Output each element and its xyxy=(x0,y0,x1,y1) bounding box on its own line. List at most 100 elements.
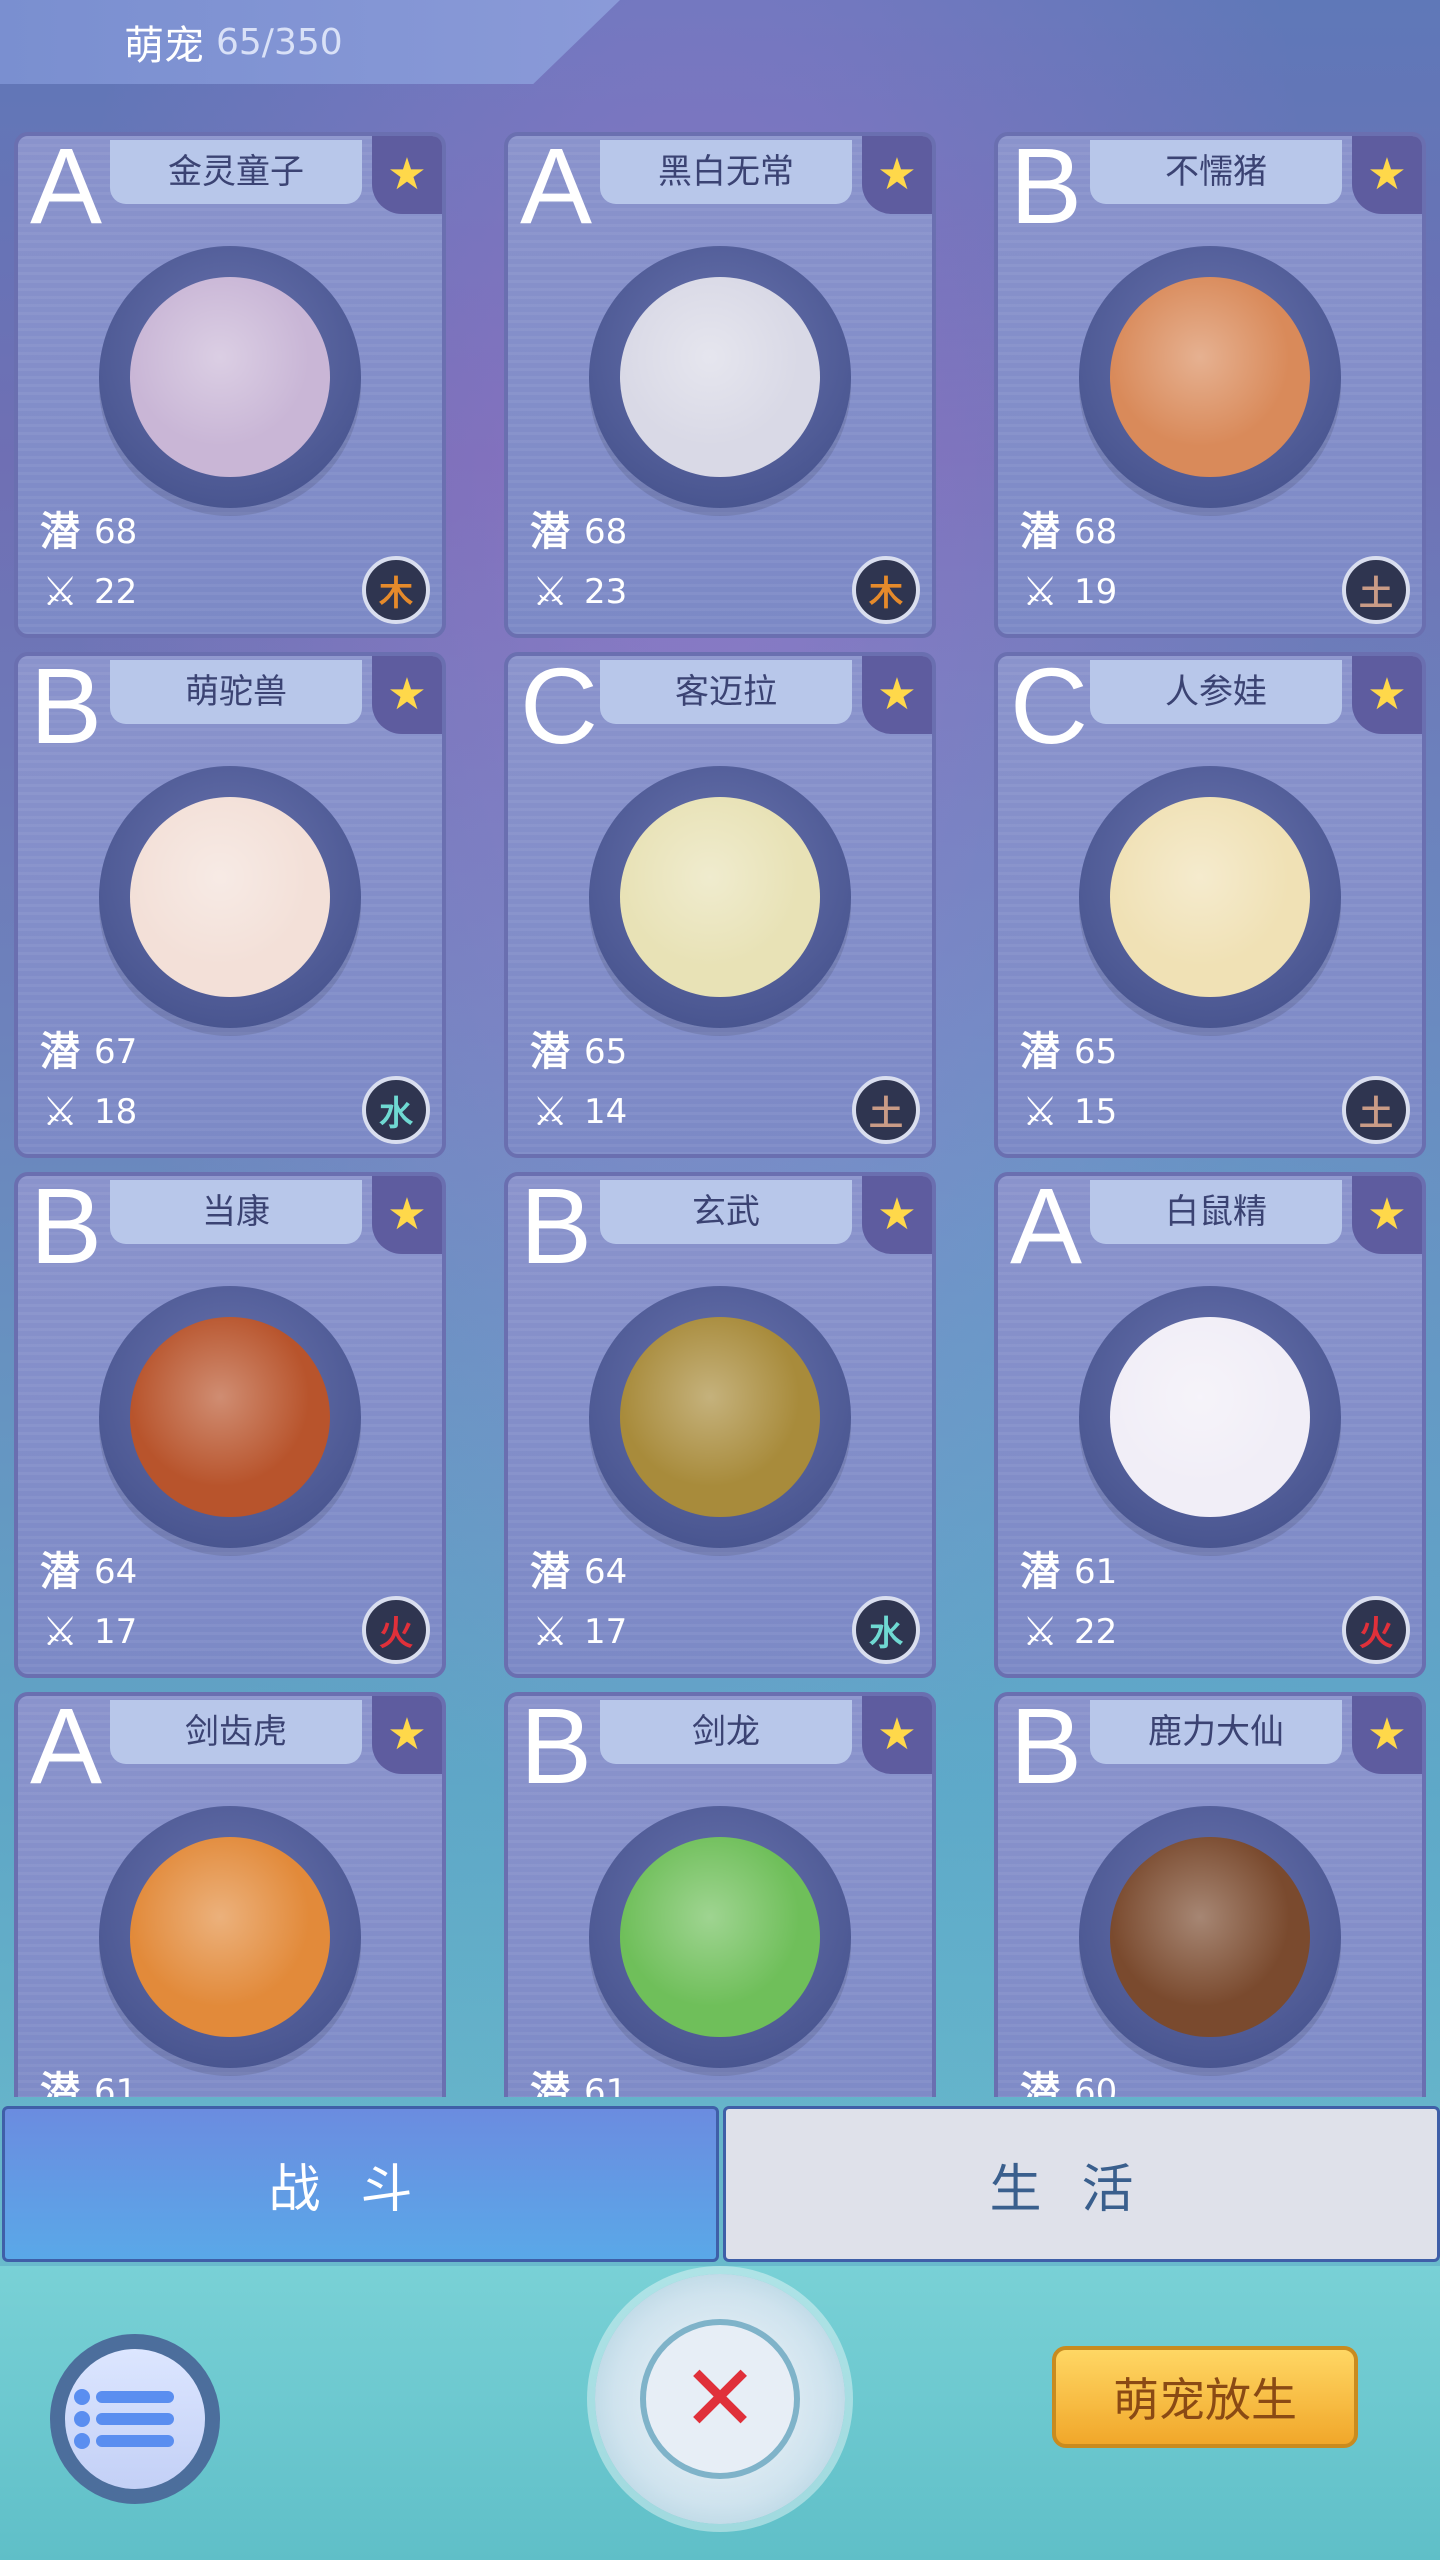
pet-grade: A xyxy=(30,132,103,246)
pet-name: 人参娃 xyxy=(1090,660,1342,724)
pet-grade: B xyxy=(30,652,103,766)
pet-portrait xyxy=(99,1806,361,2068)
attack-stat: ⚔ 14 xyxy=(526,1092,627,1132)
star-icon: ★ xyxy=(877,149,917,200)
pet-name: 萌驼兽 xyxy=(110,660,362,724)
attack-value: 17 xyxy=(94,1612,138,1652)
element-badge: 土 xyxy=(1342,556,1410,624)
pet-avatar xyxy=(1110,277,1310,477)
favorite-star-button[interactable]: ★ xyxy=(1352,1696,1422,1774)
favorite-star-button[interactable]: ★ xyxy=(862,656,932,734)
pet-card[interactable]: B剑龙★潜61⚔ xyxy=(504,1692,936,2097)
star-icon: ★ xyxy=(387,149,427,200)
pet-name: 黑白无常 xyxy=(600,140,852,204)
page-title: 萌宠 xyxy=(124,23,204,69)
potential-icon: 潜 xyxy=(1020,1549,1060,1595)
page-header: 萌宠 65/350 xyxy=(0,0,620,84)
close-icon: ✕ xyxy=(681,2345,759,2452)
pet-portrait xyxy=(589,1806,851,2068)
attack-stat: ⚔ 22 xyxy=(1016,1612,1117,1652)
star-icon: ★ xyxy=(1367,669,1407,720)
favorite-star-button[interactable]: ★ xyxy=(372,136,442,214)
potential-stat: 潜 65 xyxy=(1016,1032,1117,1072)
favorite-star-button[interactable]: ★ xyxy=(372,656,442,734)
pet-grade: A xyxy=(1010,1172,1083,1286)
favorite-star-button[interactable]: ★ xyxy=(372,1696,442,1774)
pet-card[interactable]: B鹿力大仙★潜60⚔ xyxy=(994,1692,1426,2097)
potential-stat: 潜 68 xyxy=(36,512,137,552)
pet-portrait xyxy=(589,766,851,1028)
pet-portrait xyxy=(99,1286,361,1548)
tab-life[interactable]: 生活 xyxy=(723,2106,1440,2262)
element-badge: 火 xyxy=(1342,1596,1410,1664)
favorite-star-button[interactable]: ★ xyxy=(862,1696,932,1774)
pet-name: 金灵童子 xyxy=(110,140,362,204)
pet-portrait xyxy=(1079,1286,1341,1548)
release-pet-button[interactable]: 萌宠放生 xyxy=(1052,2346,1358,2448)
attack-stat: ⚔ 19 xyxy=(1016,572,1117,612)
potential-icon: 潜 xyxy=(1020,509,1060,555)
pet-card[interactable]: A剑齿虎★潜61⚔ xyxy=(14,1692,446,2097)
pet-name: 剑龙 xyxy=(600,1700,852,1764)
pet-portrait xyxy=(589,246,851,508)
pet-portrait xyxy=(99,246,361,508)
pet-card[interactable]: B 萌驼兽 ★ 潜 67 ⚔ 18 水 xyxy=(14,652,446,1158)
tab-battle[interactable]: 战斗 xyxy=(2,2106,719,2262)
attack-stat: ⚔ 15 xyxy=(1016,1092,1117,1132)
potential-stat: 潜 68 xyxy=(1016,512,1117,552)
swords-icon: ⚔ xyxy=(1022,569,1058,615)
attack-value: 18 xyxy=(94,1092,138,1132)
pet-card[interactable]: B 玄武 ★ 潜 64 ⚔ 17 水 xyxy=(504,1172,936,1678)
attack-value: 17 xyxy=(584,1612,628,1652)
swords-icon: ⚔ xyxy=(532,1609,568,1655)
pet-card[interactable]: A 白鼠精 ★ 潜 61 ⚔ 22 火 xyxy=(994,1172,1426,1678)
favorite-star-button[interactable]: ★ xyxy=(1352,1176,1422,1254)
element-badge: 水 xyxy=(852,1596,920,1664)
pet-card[interactable]: C 人参娃 ★ 潜 65 ⚔ 15 土 xyxy=(994,652,1426,1158)
attack-stat: ⚔ 17 xyxy=(526,1612,627,1652)
close-button[interactable]: ✕ xyxy=(595,2274,845,2524)
pet-grade: A xyxy=(520,132,593,246)
attack-value: 23 xyxy=(584,572,628,612)
potential-icon: 潜 xyxy=(530,509,570,555)
potential-value: 61 xyxy=(584,2072,628,2097)
pet-name: 当康 xyxy=(110,1180,362,1244)
potential-value: 65 xyxy=(1074,1032,1118,1072)
pet-card[interactable]: A 黑白无常 ★ 潜 68 ⚔ 23 木 xyxy=(504,132,936,638)
pet-card[interactable]: B 不懦猪 ★ 潜 68 ⚔ 19 土 xyxy=(994,132,1426,638)
list-menu-button[interactable] xyxy=(50,2334,220,2504)
potential-value: 61 xyxy=(94,2072,138,2097)
favorite-star-button[interactable]: ★ xyxy=(1352,136,1422,214)
star-icon: ★ xyxy=(877,1709,917,1760)
potential-stat: 潜 61 xyxy=(526,2072,627,2097)
favorite-star-button[interactable]: ★ xyxy=(372,1176,442,1254)
potential-icon: 潜 xyxy=(40,1549,80,1595)
favorite-star-button[interactable]: ★ xyxy=(862,1176,932,1254)
potential-icon: 潜 xyxy=(40,509,80,555)
potential-stat: 潜 61 xyxy=(36,2072,137,2097)
pet-avatar xyxy=(1110,797,1310,997)
element-badge: 木 xyxy=(362,556,430,624)
potential-value: 65 xyxy=(584,1032,628,1072)
favorite-star-button[interactable]: ★ xyxy=(1352,656,1422,734)
pet-grade: B xyxy=(520,1172,593,1286)
pet-name: 客迈拉 xyxy=(600,660,852,724)
potential-value: 68 xyxy=(584,512,628,552)
star-icon: ★ xyxy=(1367,1709,1407,1760)
pet-portrait xyxy=(589,1286,851,1548)
potential-value: 64 xyxy=(584,1552,628,1592)
pet-card[interactable]: A 金灵童子 ★ 潜 68 ⚔ 22 木 xyxy=(14,132,446,638)
pet-avatar xyxy=(620,797,820,997)
swords-icon: ⚔ xyxy=(42,1609,78,1655)
pet-card[interactable]: B 当康 ★ 潜 64 ⚔ 17 火 xyxy=(14,1172,446,1678)
potential-value: 68 xyxy=(94,512,138,552)
attack-stat: ⚔ 17 xyxy=(36,1612,137,1652)
star-icon: ★ xyxy=(1367,149,1407,200)
potential-icon: 潜 xyxy=(530,1549,570,1595)
potential-value: 67 xyxy=(94,1032,138,1072)
potential-stat: 潜 67 xyxy=(36,1032,137,1072)
favorite-star-button[interactable]: ★ xyxy=(862,136,932,214)
pet-card[interactable]: C 客迈拉 ★ 潜 65 ⚔ 14 土 xyxy=(504,652,936,1158)
attack-value: 14 xyxy=(584,1092,628,1132)
potential-stat: 潜 60 xyxy=(1016,2072,1117,2097)
